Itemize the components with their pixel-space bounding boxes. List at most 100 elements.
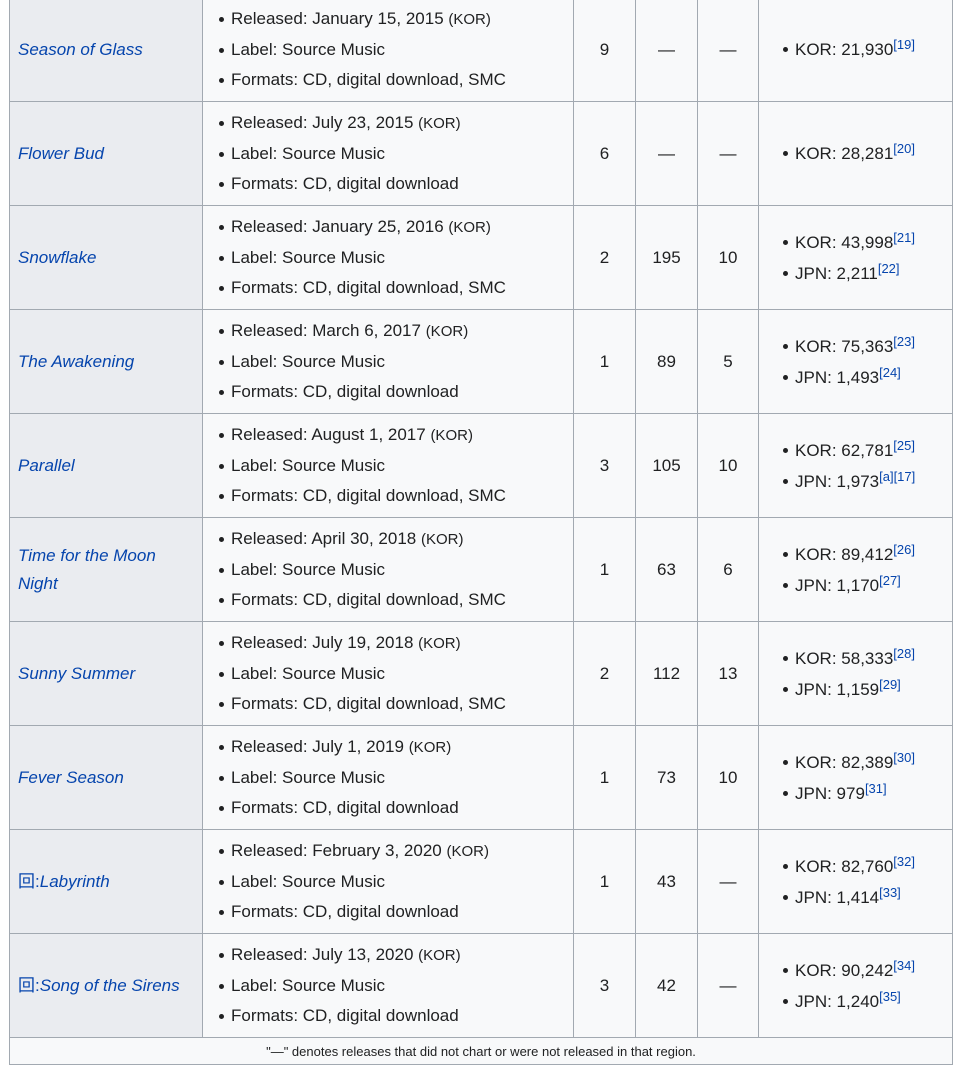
reference-link[interactable]: [32] <box>893 854 915 869</box>
reference-link[interactable]: [23] <box>893 334 915 349</box>
region-link[interactable]: (KOR) <box>448 11 491 28</box>
jpn-peak-position: 43 <box>635 829 698 934</box>
album-title-link[interactable]: 回:Labyrinth <box>18 872 110 891</box>
details-list: Released: July 13, 2020 (KOR) Label: Sou… <box>217 940 573 1031</box>
album-title-link[interactable]: Fever Season <box>18 768 124 787</box>
album-title-link[interactable]: Snowflake <box>18 248 96 267</box>
sales-figure-text: KOR: 43,998 <box>795 232 894 252</box>
sales-figure: KOR: 58,333[28] <box>781 643 952 674</box>
sales-list: KOR: 21,930[19] <box>781 34 952 65</box>
reference-link[interactable]: [28] <box>893 646 915 661</box>
jpn-peak-position: 105 <box>635 413 698 518</box>
title-text: The Awakening <box>18 351 135 371</box>
label-info: Label: Source Music <box>217 243 573 273</box>
sales-figure-text: JPN: 1,493 <box>795 367 880 387</box>
reference-link[interactable]: [21] <box>893 230 915 245</box>
kor-peak-position: 6 <box>573 101 636 206</box>
region-link[interactable]: (KOR) <box>446 843 489 860</box>
reference-link[interactable]: [34] <box>893 958 915 973</box>
release-date: Released: July 19, 2018 (KOR) <box>217 628 573 659</box>
album-title-link[interactable]: The Awakening <box>18 352 134 371</box>
region-link[interactable]: (KOR) <box>430 427 473 444</box>
region-link[interactable]: (KOR) <box>426 323 469 340</box>
reference-link[interactable]: [29] <box>879 677 901 692</box>
album-title-link[interactable]: Flower Bud <box>18 144 104 163</box>
jpn-hot-peak-position: — <box>697 101 759 206</box>
jpn-peak-position: 63 <box>635 517 698 622</box>
release-date: Released: January 25, 2016 (KOR) <box>217 212 573 243</box>
sales-cell: KOR: 62,781[25] JPN: 1,973[a][17] <box>758 413 953 518</box>
album-title-cell: Snowflake <box>9 205 203 310</box>
sales-list: KOR: 82,760[32] JPN: 1,414[33] <box>781 851 952 913</box>
region-link[interactable]: (KOR) <box>421 531 464 548</box>
formats-info: Formats: CD, digital download <box>217 169 573 199</box>
jpn-peak-position: — <box>635 101 698 206</box>
label-info: Label: Source Music <box>217 347 573 377</box>
reference-link[interactable]: [33] <box>879 885 901 900</box>
kor-peak-position: 9 <box>573 0 636 102</box>
album-title-cell: Sunny Summer <box>9 621 203 726</box>
album-title-cell: Flower Bud <box>9 101 203 206</box>
region-link[interactable]: (KOR) <box>418 115 461 132</box>
release-date-text: Released: August 1, 2017 <box>231 425 426 444</box>
reference-link[interactable]: [25] <box>893 438 915 453</box>
sales-figure: JPN: 2,211[22] <box>781 258 952 289</box>
jpn-hot-peak-position: 10 <box>697 725 759 830</box>
details-list: Released: July 19, 2018 (KOR) Label: Sou… <box>217 628 573 719</box>
table-footnote: "—" denotes releases that did not chart … <box>9 1037 953 1065</box>
jpn-hot-peak-position: 6 <box>697 517 759 622</box>
reference-link[interactable]: [22] <box>878 261 900 276</box>
album-title-cell: The Awakening <box>9 309 203 414</box>
reference-link[interactable]: [27] <box>879 573 901 588</box>
album-title-link[interactable]: Time for the Moon Night <box>18 546 156 593</box>
release-date-text: Released: July 19, 2018 <box>231 633 414 652</box>
album-details-cell: Released: April 30, 2018 (KOR) Label: So… <box>202 517 574 622</box>
sales-figure-text: KOR: 90,242 <box>795 960 894 980</box>
album-details-cell: Released: March 6, 2017 (KOR) Label: Sou… <box>202 309 574 414</box>
release-date-text: Released: January 25, 2016 <box>231 217 444 236</box>
region-link[interactable]: (KOR) <box>418 635 461 652</box>
region-link[interactable]: (KOR) <box>409 739 452 756</box>
table-row: The Awakening Released: March 6, 2017 (K… <box>9 309 953 414</box>
jpn-hot-peak-position: — <box>697 933 759 1038</box>
jpn-peak-position: — <box>635 0 698 102</box>
reference-link[interactable]: [24] <box>879 365 901 380</box>
reference-link[interactable]: [a][17] <box>879 469 915 484</box>
table-row: Time for the Moon Night Released: April … <box>9 517 953 622</box>
release-date: Released: July 13, 2020 (KOR) <box>217 940 573 971</box>
reference-link[interactable]: [19] <box>893 37 915 52</box>
reference-link[interactable]: [31] <box>865 781 887 796</box>
album-title-link[interactable]: Parallel <box>18 456 75 475</box>
album-details-cell: Released: February 3, 2020 (KOR) Label: … <box>202 829 574 934</box>
release-date: Released: July 23, 2015 (KOR) <box>217 108 573 139</box>
sales-figure: KOR: 90,242[34] <box>781 955 952 986</box>
region-link[interactable]: (KOR) <box>418 947 461 964</box>
sales-cell: KOR: 75,363[23] JPN: 1,493[24] <box>758 309 953 414</box>
reference-link[interactable]: [35] <box>879 989 901 1004</box>
reference-link[interactable]: [20] <box>893 141 915 156</box>
sales-figure-text: KOR: 58,333 <box>795 648 894 668</box>
sales-figure: KOR: 82,760[32] <box>781 851 952 882</box>
album-title-cell: Parallel <box>9 413 203 518</box>
sales-figure: KOR: 28,281[20] <box>781 138 952 169</box>
release-date: Released: March 6, 2017 (KOR) <box>217 316 573 347</box>
release-date-text: Released: February 3, 2020 <box>231 841 442 860</box>
album-title-link[interactable]: 回:Song of the Sirens <box>18 976 180 995</box>
reference-link[interactable]: [30] <box>893 750 915 765</box>
sales-figure-text: JPN: 1,170 <box>795 575 880 595</box>
label-info: Label: Source Music <box>217 139 573 169</box>
sales-figure: JPN: 1,493[24] <box>781 362 952 393</box>
details-list: Released: August 1, 2017 (KOR) Label: So… <box>217 420 573 511</box>
album-title-link[interactable]: Sunny Summer <box>18 664 135 683</box>
reference-link[interactable]: [26] <box>893 542 915 557</box>
table-row: Sunny Summer Released: July 19, 2018 (KO… <box>9 621 953 726</box>
album-title-link[interactable]: Season of Glass <box>18 40 143 59</box>
release-date-text: Released: July 1, 2019 <box>231 737 404 756</box>
sales-figure: JPN: 979[31] <box>781 778 952 809</box>
sales-list: KOR: 28,281[20] <box>781 138 952 169</box>
kor-peak-position: 1 <box>573 725 636 830</box>
jpn-peak-position: 73 <box>635 725 698 830</box>
region-link[interactable]: (KOR) <box>448 219 491 236</box>
table-row: Flower Bud Released: July 23, 2015 (KOR)… <box>9 101 953 206</box>
sales-figure-text: JPN: 1,414 <box>795 887 880 907</box>
